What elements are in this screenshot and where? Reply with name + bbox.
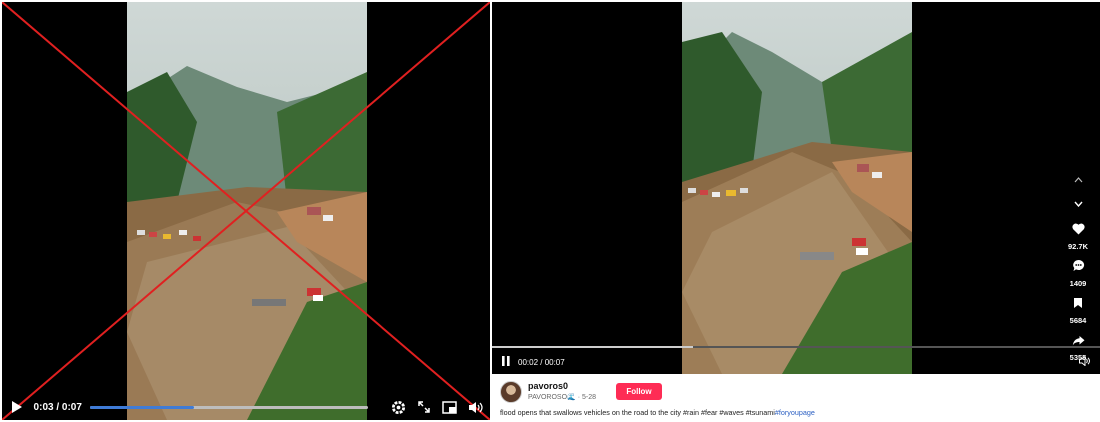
likes-count: 92.7K (1067, 242, 1088, 251)
right-progress-slider[interactable] (492, 346, 1100, 348)
video-frame (127, 2, 367, 420)
action-sidebar: 92.7K 1409 5684 5355 (1064, 170, 1092, 370)
volume-icon[interactable] (1079, 353, 1090, 371)
left-video-player[interactable]: 0:03 / 0:07 (2, 2, 490, 420)
author-meta: PAVOROSO🌊 · 5-28 (528, 394, 596, 401)
settings-gear-icon[interactable] (390, 398, 408, 416)
heart-icon[interactable] (1071, 222, 1085, 240)
hashtag-link[interactable]: #foryoupage (775, 408, 815, 417)
play-icon[interactable] (8, 398, 26, 416)
post-info: pavoros0 PAVOROSO🌊 · 5-28 Follow flood o… (492, 378, 1100, 420)
follow-button[interactable]: Follow (616, 383, 662, 400)
saves-count: 5684 (1069, 316, 1087, 325)
right-video-post: 92.7K 1409 5684 5355 00:02 / 00:07 pavor… (492, 2, 1100, 420)
right-progress-fill (492, 346, 693, 348)
username[interactable]: pavoros0 (528, 381, 568, 391)
avatar[interactable] (500, 381, 522, 403)
comment-icon[interactable] (1072, 259, 1085, 277)
flood-scene-image (127, 2, 367, 420)
comments-count: 1409 (1069, 279, 1087, 288)
pause-icon[interactable] (502, 353, 510, 371)
picture-in-picture-icon[interactable] (441, 398, 459, 416)
left-progress-fill (89, 405, 195, 409)
right-video-player[interactable]: 92.7K 1409 5684 5355 00:02 / 00:07 (492, 2, 1100, 374)
video-frame (682, 2, 912, 374)
post-caption: flood opens that swallows vehicles on th… (500, 408, 815, 417)
right-controls-bar: 00:02 / 00:07 (492, 350, 1100, 374)
bookmark-icon[interactable] (1073, 296, 1083, 314)
wave-emoji-icon: 🌊 (567, 394, 576, 401)
left-progress-slider[interactable] (89, 405, 368, 409)
chevron-down-icon[interactable] (1073, 194, 1083, 212)
fullscreen-icon[interactable] (415, 398, 433, 416)
left-controls-bar: 0:03 / 0:07 (2, 394, 490, 420)
volume-icon[interactable] (466, 398, 484, 416)
handle-name: PAVOROSO (528, 394, 568, 401)
right-time-display: 00:02 / 00:07 (518, 357, 565, 367)
chevron-up-icon[interactable] (1074, 170, 1083, 188)
post-date: 5-28 (581, 394, 596, 401)
flood-scene-image (682, 2, 912, 374)
left-time-display: 0:03 / 0:07 (33, 401, 82, 413)
caption-text: flood opens that swallows vehicles on th… (500, 408, 775, 417)
share-icon[interactable] (1072, 333, 1085, 351)
